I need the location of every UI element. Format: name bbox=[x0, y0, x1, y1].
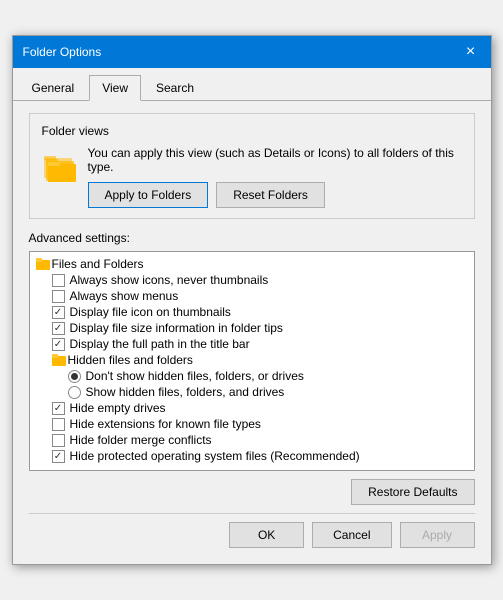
folder-options-dialog: Folder Options × General View Search Fol… bbox=[12, 35, 492, 565]
folder-node-icon bbox=[36, 257, 52, 271]
checkbox-hide-protected-os[interactable] bbox=[52, 450, 65, 463]
tree-item-label: Hide extensions for known file types bbox=[70, 417, 261, 431]
list-item[interactable]: Display file icon on thumbnails bbox=[30, 304, 474, 320]
tree-item-label: Hide protected operating system files (R… bbox=[70, 449, 360, 463]
reset-folders-button[interactable]: Reset Folders bbox=[216, 182, 325, 208]
cancel-button[interactable]: Cancel bbox=[312, 522, 391, 548]
checkbox-hide-extensions[interactable] bbox=[52, 418, 65, 431]
folder-hidden-icon bbox=[52, 353, 68, 367]
folder-views-label: Folder views bbox=[42, 124, 462, 138]
close-button[interactable]: × bbox=[461, 42, 481, 62]
list-item[interactable]: Hide folder merge conflicts bbox=[30, 432, 474, 448]
title-bar: Folder Options × bbox=[13, 36, 491, 68]
list-item[interactable]: Hide extensions for known file types bbox=[30, 416, 474, 432]
advanced-settings-tree[interactable]: Files and Folders Always show icons, nev… bbox=[29, 251, 475, 471]
advanced-settings-label: Advanced settings: bbox=[29, 231, 475, 245]
tree-item-label: Files and Folders bbox=[52, 257, 144, 271]
folder-icon bbox=[42, 148, 78, 184]
list-item[interactable]: Hide empty drives bbox=[30, 400, 474, 416]
list-item[interactable]: Display file size information in folder … bbox=[30, 320, 474, 336]
list-item[interactable]: Show hidden files, folders, and drives bbox=[30, 384, 474, 400]
list-item: Hidden files and folders bbox=[30, 352, 474, 368]
tree-item-label: Don't show hidden files, folders, or dri… bbox=[86, 369, 304, 383]
tree-item-label: Display the full path in the title bar bbox=[70, 337, 250, 351]
radio-show-hidden[interactable] bbox=[68, 386, 81, 399]
list-item[interactable]: Hide protected operating system files (R… bbox=[30, 448, 474, 464]
tab-bar: General View Search bbox=[13, 68, 491, 101]
tree-item-label: Always show icons, never thumbnails bbox=[70, 273, 269, 287]
checkbox-always-show-icons[interactable] bbox=[52, 274, 65, 287]
folder-views-description: You can apply this view (such as Details… bbox=[88, 146, 462, 174]
dialog-title: Folder Options bbox=[23, 45, 102, 59]
list-item[interactable]: Always show menus bbox=[30, 288, 474, 304]
checkbox-hide-merge-conflicts[interactable] bbox=[52, 434, 65, 447]
tab-general[interactable]: General bbox=[19, 75, 88, 101]
tree-item-label: Show hidden files, folders, and drives bbox=[86, 385, 285, 399]
tree-item-label: Hidden files and folders bbox=[68, 353, 193, 367]
list-item[interactable]: Always show icons, never thumbnails bbox=[30, 272, 474, 288]
folder-views-buttons: Apply to Folders Reset Folders bbox=[88, 182, 462, 208]
tree-item-label: Hide empty drives bbox=[70, 401, 166, 415]
checkbox-display-file-icon[interactable] bbox=[52, 306, 65, 319]
apply-button[interactable]: Apply bbox=[400, 522, 475, 548]
tree-item-label: Display file icon on thumbnails bbox=[70, 305, 231, 319]
tab-search[interactable]: Search bbox=[143, 75, 207, 101]
checkbox-always-show-menus[interactable] bbox=[52, 290, 65, 303]
checkbox-display-file-size[interactable] bbox=[52, 322, 65, 335]
tree-item-label: Always show menus bbox=[70, 289, 179, 303]
footer-buttons: OK Cancel Apply bbox=[29, 513, 475, 552]
checkbox-display-full-path[interactable] bbox=[52, 338, 65, 351]
folder-views-inner: You can apply this view (such as Details… bbox=[42, 146, 462, 208]
checkbox-hide-empty-drives[interactable] bbox=[52, 402, 65, 415]
apply-to-folders-button[interactable]: Apply to Folders bbox=[88, 182, 209, 208]
folder-views-description-area: You can apply this view (such as Details… bbox=[88, 146, 462, 208]
tree-item-label: Display file size information in folder … bbox=[70, 321, 283, 335]
list-item[interactable]: Display the full path in the title bar bbox=[30, 336, 474, 352]
list-item[interactable]: Don't show hidden files, folders, or dri… bbox=[30, 368, 474, 384]
tab-view[interactable]: View bbox=[89, 75, 141, 101]
restore-defaults-button[interactable]: Restore Defaults bbox=[351, 479, 474, 505]
tab-content: Folder views bbox=[13, 101, 491, 564]
radio-dont-show-hidden[interactable] bbox=[68, 370, 81, 383]
ok-button[interactable]: OK bbox=[229, 522, 304, 548]
restore-defaults-row: Restore Defaults bbox=[29, 479, 475, 505]
folder-views-section: Folder views bbox=[29, 113, 475, 219]
tree-item-label: Hide folder merge conflicts bbox=[70, 433, 212, 447]
list-item: Files and Folders bbox=[30, 256, 474, 272]
folder-stack-svg bbox=[42, 148, 78, 184]
